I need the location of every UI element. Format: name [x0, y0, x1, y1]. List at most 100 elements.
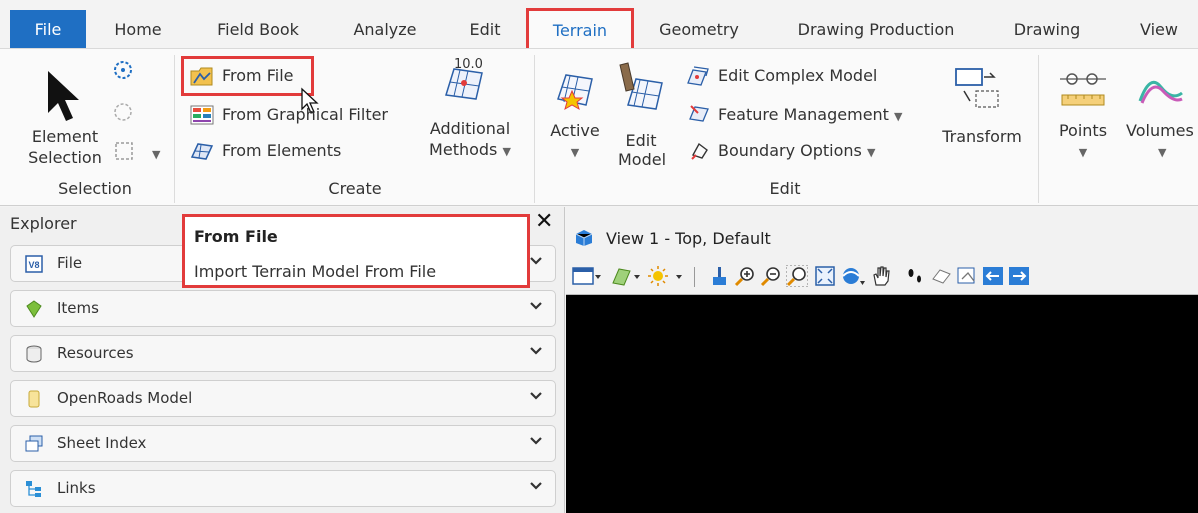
edit-model-label-1[interactable]: Edit — [616, 131, 666, 151]
from-file-button[interactable]: From File — [222, 66, 294, 86]
explorer-item-label: Resources — [57, 344, 134, 362]
fit-view-icon[interactable] — [814, 265, 836, 287]
explorer-item-label: OpenRoads Model — [57, 389, 193, 407]
toolbar-divider — [694, 267, 695, 287]
ribbon-panel: ▼ Element Selection Selection From File … — [0, 48, 1198, 206]
view-title: View 1 - Top, Default — [606, 229, 771, 248]
volumes-caret[interactable]: ▼ — [1158, 143, 1166, 163]
chevron-down-icon[interactable] — [529, 299, 543, 313]
from-elements-button[interactable]: From Elements — [222, 141, 341, 161]
select-mode-caret[interactable]: ▼ — [152, 145, 160, 165]
boundary-options-icon — [691, 142, 708, 160]
zoom-in-icon[interactable] — [734, 265, 756, 287]
rotate-view-icon[interactable] — [840, 265, 866, 287]
close-icon[interactable]: ✕ — [535, 211, 553, 233]
view-window[interactable]: View 1 - Top, Default — [566, 207, 1198, 513]
feature-management-button[interactable]: Feature Management ▼ — [718, 105, 903, 127]
chevron-down-icon[interactable] — [529, 434, 543, 448]
active-caret[interactable]: ▼ — [540, 143, 610, 163]
display-style-icon[interactable] — [610, 265, 642, 287]
edit-complex-model-icon — [687, 66, 709, 86]
group-separator — [1038, 55, 1039, 203]
additional-methods-label-1[interactable]: Additional — [418, 119, 522, 139]
view-attributes-icon[interactable] — [572, 265, 602, 287]
chevron-down-icon[interactable] — [529, 479, 543, 493]
volumes-icon[interactable] — [1136, 69, 1186, 109]
volumes-label[interactable]: Volumes — [1126, 121, 1194, 141]
explorer-item-links[interactable]: Links — [10, 470, 556, 507]
svg-text:V8: V8 — [28, 260, 39, 270]
element-selection-label-2[interactable]: Selection — [20, 148, 110, 168]
explorer-item-items[interactable]: Items — [10, 290, 556, 327]
group-separator — [534, 55, 535, 203]
tab-geometry[interactable]: Geometry — [648, 12, 750, 46]
arrow-left-icon[interactable] — [982, 265, 1004, 287]
tab-view[interactable]: View — [1124, 12, 1194, 46]
group-label-create: Create — [328, 179, 382, 198]
tab-analyze[interactable]: Analyze — [340, 12, 430, 46]
edit-complex-model-button[interactable]: Edit Complex Model — [718, 66, 877, 86]
explorer-item-label: File — [57, 254, 83, 272]
viewport-canvas[interactable] — [566, 295, 1198, 513]
pan-hand-icon[interactable] — [870, 265, 892, 287]
edit-model-label-2[interactable]: Model — [612, 150, 672, 170]
additional-methods-label-2[interactable]: Methods ▼ — [418, 140, 522, 162]
select-rectangle-icon[interactable] — [114, 141, 134, 161]
view-cube-icon — [575, 230, 593, 246]
links-tree-icon — [26, 481, 41, 497]
group-separator — [174, 55, 175, 203]
points-label[interactable]: Points — [1050, 121, 1116, 141]
tooltip: From File Import Terrain Model From File — [182, 214, 530, 288]
explorer-item-openroads-model[interactable]: OpenRoads Model — [10, 380, 556, 417]
transform-label[interactable]: Transform — [932, 127, 1032, 147]
file-v8-icon: V8 — [25, 255, 43, 273]
graphical-filter-icon — [190, 105, 214, 125]
resources-database-icon — [26, 345, 42, 363]
group-label-selection: Selection — [58, 179, 132, 198]
tab-drawing-production[interactable]: Drawing Production — [776, 12, 976, 46]
tab-field-book[interactable]: Field Book — [196, 12, 320, 46]
boundary-options-button[interactable]: Boundary Options ▼ — [718, 141, 875, 163]
group-label-edit: Edit — [769, 179, 801, 198]
points-icon[interactable] — [1058, 67, 1108, 111]
feature-management-icon — [689, 105, 709, 122]
walk-footprints-icon[interactable] — [904, 265, 926, 287]
chevron-down-icon[interactable] — [529, 389, 543, 403]
arrow-right-icon[interactable] — [1008, 265, 1030, 287]
tooltip-description: Import Terrain Model From File — [194, 262, 437, 281]
tooltip-title: From File — [194, 227, 278, 246]
tab-terrain[interactable]: Terrain — [526, 8, 634, 52]
from-graphical-filter-button[interactable]: From Graphical Filter — [222, 105, 388, 125]
explorer-item-label: Links — [57, 479, 96, 497]
lighting-sun-icon[interactable] — [646, 265, 686, 287]
select-circle-dotted-icon[interactable] — [112, 59, 134, 81]
explorer-item-resources[interactable]: Resources — [10, 335, 556, 372]
terrain-folder-icon — [190, 67, 213, 86]
window-area-icon[interactable] — [786, 265, 808, 287]
tab-drawing[interactable]: Drawing — [1002, 12, 1092, 46]
chevron-down-icon[interactable] — [529, 254, 543, 268]
active-label[interactable]: Active — [540, 121, 610, 141]
version-badge: 10.0 — [454, 57, 483, 72]
explorer-item-label: Items — [57, 299, 99, 317]
view-next-icon[interactable] — [956, 265, 978, 287]
from-elements-icon — [190, 143, 214, 160]
select-circle-icon[interactable] — [112, 101, 134, 123]
transform-icon[interactable] — [950, 65, 1004, 117]
explorer-item-sheet-index[interactable]: Sheet Index — [10, 425, 556, 462]
arrow-cursor-icon[interactable] — [44, 69, 84, 125]
explorer-item-label: Sheet Index — [57, 434, 147, 452]
tab-file[interactable]: File — [10, 10, 86, 48]
tab-edit[interactable]: Edit — [452, 12, 518, 46]
view-header: View 1 - Top, Default — [566, 207, 1198, 295]
active-terrain-icon[interactable] — [552, 67, 598, 113]
element-selection-label-1[interactable]: Element — [20, 127, 110, 147]
points-caret[interactable]: ▼ — [1050, 143, 1116, 163]
view-previous-icon[interactable] — [930, 265, 952, 287]
items-gem-icon — [26, 300, 42, 318]
update-view-brush-icon[interactable] — [708, 265, 730, 287]
edit-model-icon[interactable] — [614, 61, 666, 113]
zoom-out-icon[interactable] — [760, 265, 782, 287]
chevron-down-icon[interactable] — [529, 344, 543, 358]
tab-home[interactable]: Home — [98, 12, 178, 46]
